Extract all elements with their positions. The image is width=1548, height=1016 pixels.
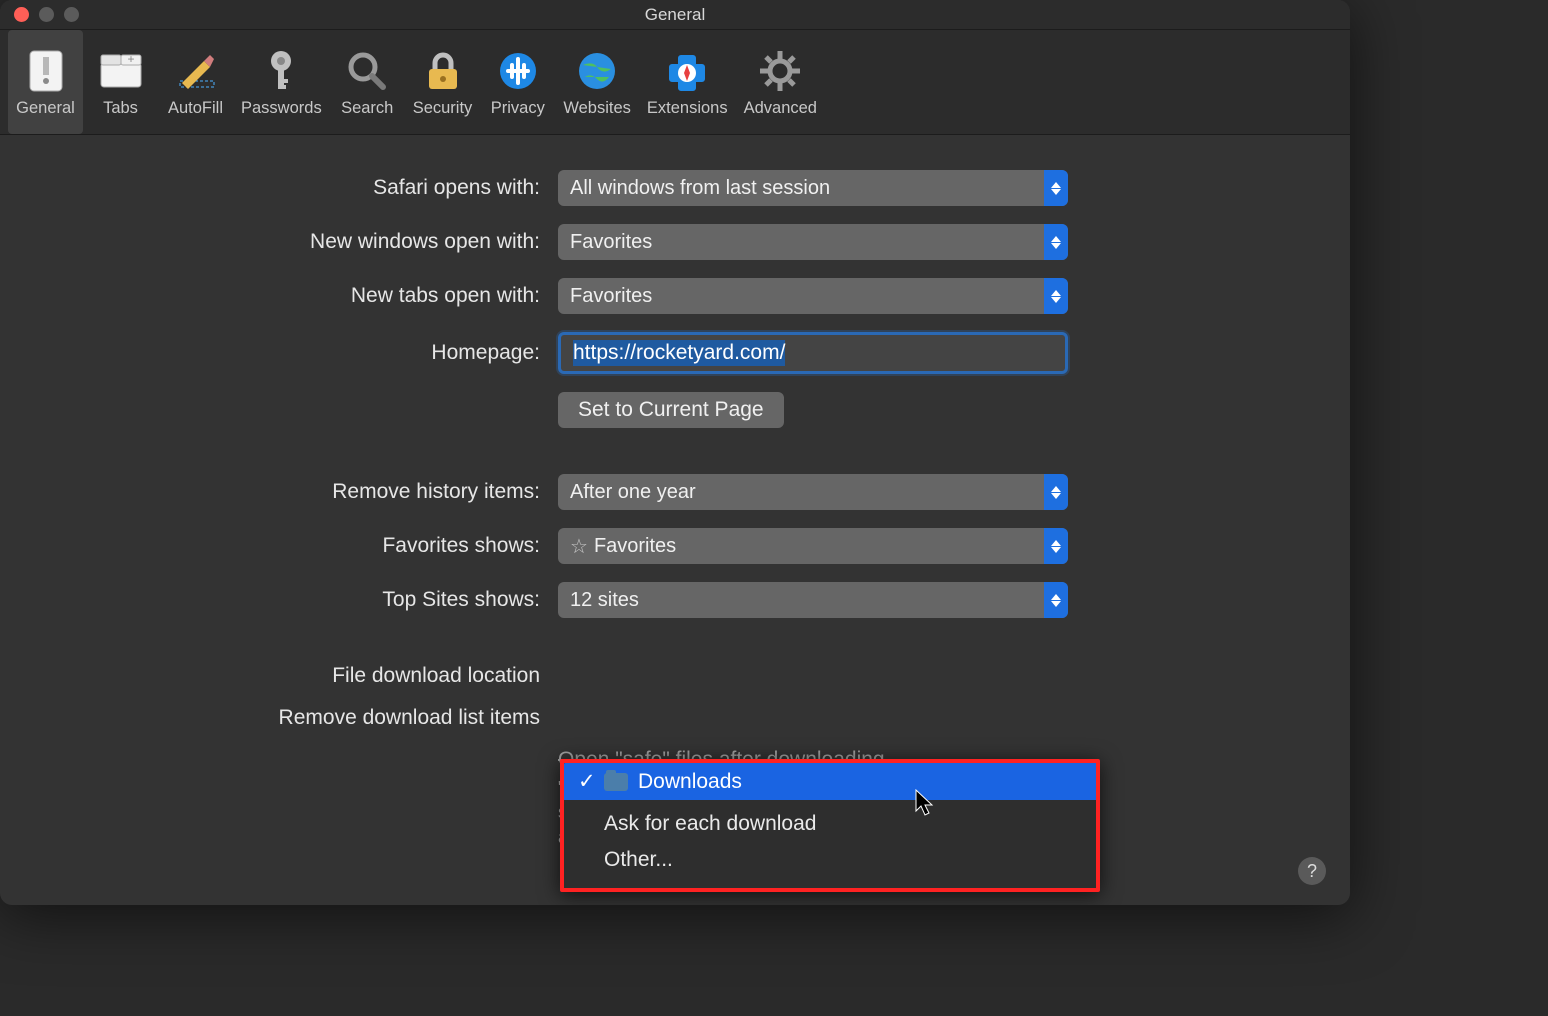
key-icon	[257, 47, 305, 95]
select-arrows-icon	[1044, 278, 1068, 314]
safari-preferences-window: General General + Tabs	[0, 0, 1350, 905]
general-icon	[22, 47, 70, 95]
remove-download-list-label: Remove download list items	[60, 706, 540, 730]
select-arrows-icon	[1044, 474, 1068, 510]
file-download-location-label: File download location	[60, 664, 540, 688]
tab-passwords[interactable]: Passwords	[233, 30, 330, 134]
tab-extensions[interactable]: Extensions	[639, 30, 736, 134]
select-arrows-icon	[1044, 582, 1068, 618]
svg-text:+: +	[127, 52, 134, 66]
file-download-location-dropdown: ✓ Downloads Ask for each download Other.…	[560, 759, 1100, 892]
close-window-button[interactable]	[14, 7, 29, 22]
tab-advanced-label: Advanced	[744, 99, 817, 118]
globe-icon	[573, 47, 621, 95]
favorites-shows-select[interactable]: ☆ Favorites	[558, 528, 1068, 564]
privacy-icon	[494, 47, 542, 95]
remove-history-value: After one year	[570, 481, 696, 504]
gear-icon	[756, 47, 804, 95]
tab-passwords-label: Passwords	[241, 99, 322, 118]
tab-websites[interactable]: Websites	[555, 30, 639, 134]
dropdown-item-downloads[interactable]: ✓ Downloads	[564, 763, 1096, 800]
tab-tabs-label: Tabs	[103, 99, 138, 118]
safari-opens-label: Safari opens with:	[60, 176, 540, 200]
titlebar: General	[0, 0, 1350, 30]
tab-privacy-label: Privacy	[491, 99, 545, 118]
remove-history-select[interactable]: After one year	[558, 474, 1068, 510]
tab-privacy[interactable]: Privacy	[480, 30, 555, 134]
tab-extensions-label: Extensions	[647, 99, 728, 118]
tab-autofill-label: AutoFill	[168, 99, 223, 118]
window-title: General	[0, 5, 1350, 25]
help-button[interactable]: ?	[1298, 857, 1326, 885]
homepage-label: Homepage:	[60, 341, 540, 365]
select-arrows-icon	[1044, 170, 1068, 206]
new-tabs-label: New tabs open with:	[60, 284, 540, 308]
tab-general-label: General	[16, 99, 75, 118]
select-arrows-icon	[1044, 224, 1068, 260]
tab-websites-label: Websites	[563, 99, 631, 118]
checkmark-icon: ✓	[578, 769, 594, 794]
tab-tabs[interactable]: + Tabs	[83, 30, 158, 134]
dropdown-item-other-label: Other...	[604, 848, 673, 872]
autofill-icon	[172, 47, 220, 95]
folder-icon	[604, 773, 628, 791]
lock-icon	[419, 47, 467, 95]
preferences-content: Safari opens with: All windows from last…	[0, 135, 1350, 905]
favorites-shows-label: Favorites shows:	[60, 534, 540, 558]
tab-security[interactable]: Security	[405, 30, 481, 134]
new-windows-label: New windows open with:	[60, 230, 540, 254]
new-windows-value: Favorites	[570, 231, 652, 254]
dropdown-item-other[interactable]: Other...	[564, 842, 1096, 878]
tab-search-label: Search	[341, 99, 393, 118]
dropdown-item-ask-label: Ask for each download	[604, 812, 816, 836]
tab-search[interactable]: Search	[330, 30, 405, 134]
search-icon	[343, 47, 391, 95]
zoom-window-button[interactable]	[64, 7, 79, 22]
preferences-toolbar: General + Tabs AutoFill	[0, 30, 1350, 135]
homepage-input[interactable]: https://rocketyard.com/	[558, 332, 1068, 374]
homepage-value: https://rocketyard.com/	[573, 340, 785, 366]
new-tabs-value: Favorites	[570, 285, 652, 308]
top-sites-label: Top Sites shows:	[60, 588, 540, 612]
tab-security-label: Security	[413, 99, 473, 118]
star-icon: ☆	[570, 534, 588, 559]
select-arrows-icon	[1044, 528, 1068, 564]
traffic-lights	[14, 7, 79, 22]
safari-opens-select[interactable]: All windows from last session	[558, 170, 1068, 206]
tab-advanced[interactable]: Advanced	[736, 30, 825, 134]
extensions-icon	[663, 47, 711, 95]
favorites-shows-value: Favorites	[594, 535, 676, 558]
set-current-page-button[interactable]: Set to Current Page	[558, 392, 784, 428]
minimize-window-button[interactable]	[39, 7, 54, 22]
dropdown-item-ask[interactable]: Ask for each download	[564, 806, 1096, 842]
top-sites-value: 12 sites	[570, 589, 639, 612]
new-tabs-select[interactable]: Favorites	[558, 278, 1068, 314]
new-windows-select[interactable]: Favorites	[558, 224, 1068, 260]
top-sites-select[interactable]: 12 sites	[558, 582, 1068, 618]
tab-general[interactable]: General	[8, 30, 83, 134]
remove-history-label: Remove history items:	[60, 480, 540, 504]
safari-opens-value: All windows from last session	[570, 177, 830, 200]
tab-autofill[interactable]: AutoFill	[158, 30, 233, 134]
tabs-icon: +	[97, 47, 145, 95]
dropdown-item-downloads-label: Downloads	[638, 770, 742, 794]
